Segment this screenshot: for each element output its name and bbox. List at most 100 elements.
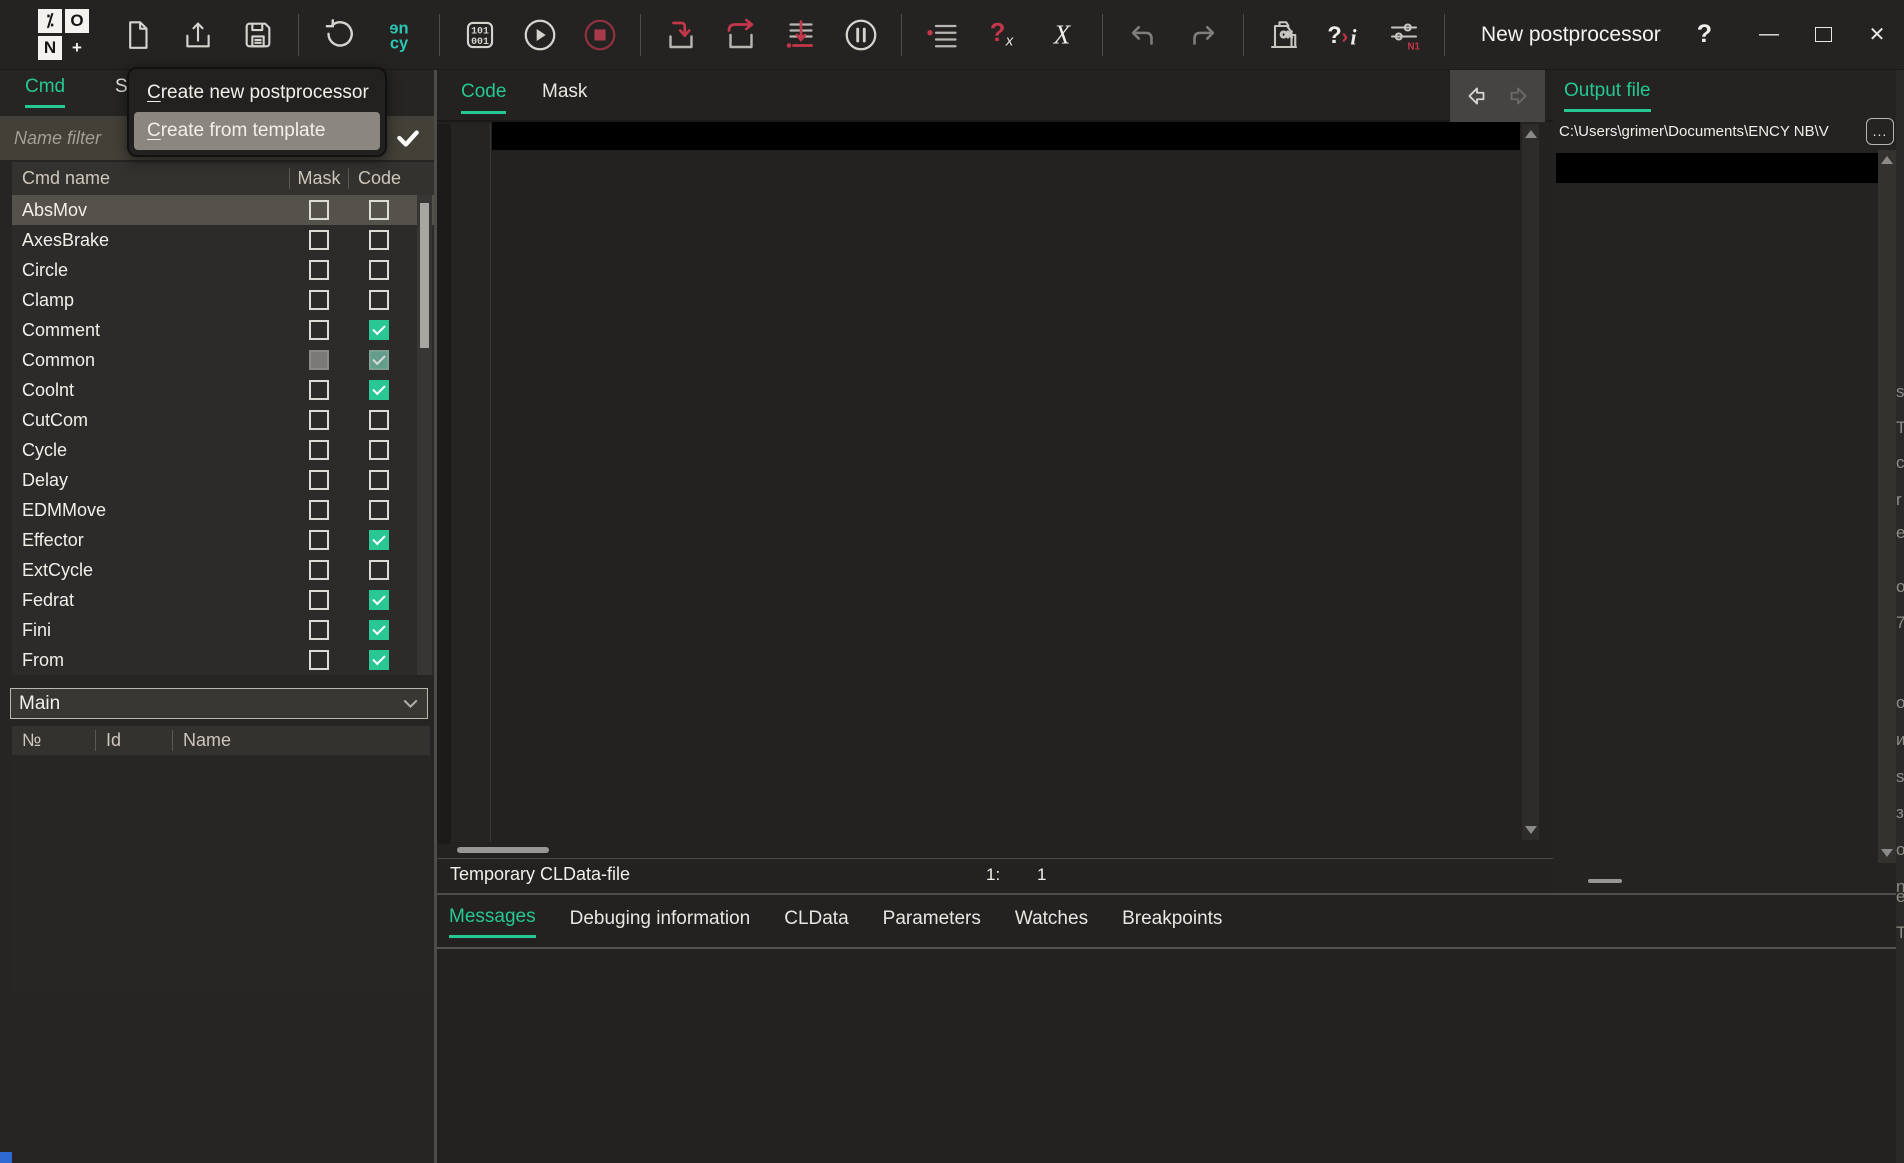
code-checkbox[interactable] xyxy=(369,380,389,400)
menu-item[interactable]: Create from template xyxy=(134,112,380,150)
undo-icon[interactable] xyxy=(1121,13,1165,57)
stop-icon[interactable] xyxy=(578,13,622,57)
settings-n1-icon[interactable]: N1 xyxy=(1382,13,1426,57)
tab-watches[interactable]: Watches xyxy=(1015,908,1088,937)
check-icon[interactable] xyxy=(388,121,428,155)
minimize-button[interactable]: — xyxy=(1742,10,1796,60)
code-checkbox[interactable] xyxy=(369,350,389,370)
code-checkbox[interactable] xyxy=(369,530,389,550)
new-file-icon[interactable] xyxy=(116,13,160,57)
code-checkbox[interactable] xyxy=(369,410,389,430)
mask-checkbox[interactable] xyxy=(309,530,329,550)
cmd-row[interactable]: Common xyxy=(12,345,434,375)
tab-code[interactable]: Code xyxy=(461,81,506,114)
tab-output-file[interactable]: Output file xyxy=(1564,80,1651,112)
back-arrow-icon[interactable] xyxy=(1464,83,1490,109)
cmd-row[interactable]: Effector xyxy=(12,525,434,555)
code-checkbox[interactable] xyxy=(369,650,389,670)
evaluate-icon[interactable]: ? x xyxy=(980,13,1024,57)
run-to-line-icon[interactable] xyxy=(779,13,823,57)
code-checkbox[interactable] xyxy=(369,290,389,310)
cmd-row[interactable]: Fini xyxy=(12,615,434,645)
tab-partial[interactable]: S xyxy=(115,76,128,105)
cmd-row[interactable]: Cycle xyxy=(12,435,434,465)
cmd-row[interactable]: Delay xyxy=(12,465,434,495)
mask-checkbox[interactable] xyxy=(309,290,329,310)
reset-icon[interactable] xyxy=(317,13,361,57)
tab-messages[interactable]: Messages xyxy=(449,906,536,938)
menu-item[interactable]: Create new postprocessor xyxy=(134,74,380,112)
tab-breakpoints[interactable]: Breakpoints xyxy=(1122,908,1222,937)
cmd-row[interactable]: From xyxy=(12,645,434,675)
step-into-icon[interactable] xyxy=(659,13,703,57)
save-file-icon[interactable] xyxy=(236,13,280,57)
mask-checkbox[interactable] xyxy=(309,200,329,220)
variables-icon[interactable]: X xyxy=(1040,13,1084,57)
cmd-row[interactable]: EDMMove xyxy=(12,495,434,525)
cmd-row[interactable]: AbsMov xyxy=(12,195,434,225)
scroll-down-icon[interactable] xyxy=(1881,849,1893,857)
output-path-value[interactable]: C:\Users\grimer\Documents\ENCY NB\V xyxy=(1559,123,1866,140)
mask-checkbox[interactable] xyxy=(309,230,329,250)
mask-checkbox[interactable] xyxy=(309,590,329,610)
group-select[interactable]: Main xyxy=(10,688,428,719)
code-checkbox[interactable] xyxy=(369,260,389,280)
run-icon[interactable] xyxy=(518,13,562,57)
step-over-icon[interactable] xyxy=(719,13,763,57)
mask-checkbox[interactable] xyxy=(309,440,329,460)
scrollbar-thumb[interactable] xyxy=(420,203,429,348)
ency-logo-icon[interactable]: ɘn cy xyxy=(377,13,421,57)
output-file-view[interactable] xyxy=(1556,150,1878,863)
tab-debuging-information[interactable]: Debuging information xyxy=(570,908,751,937)
output-hscrollbar[interactable] xyxy=(1556,871,1878,891)
mask-checkbox[interactable] xyxy=(309,260,329,280)
mask-checkbox[interactable] xyxy=(309,470,329,490)
scrollbar-thumb[interactable] xyxy=(457,847,549,853)
editor-current-line[interactable] xyxy=(492,122,1520,150)
output-vscrollbar[interactable] xyxy=(1878,150,1896,863)
cmd-table-scrollbar[interactable] xyxy=(417,195,432,675)
mask-checkbox[interactable] xyxy=(309,320,329,340)
code-checkbox[interactable] xyxy=(369,620,389,640)
output-selected-line[interactable] xyxy=(1556,153,1878,183)
code-checkbox[interactable] xyxy=(369,590,389,610)
mask-checkbox[interactable] xyxy=(309,380,329,400)
code-checkbox[interactable] xyxy=(369,320,389,340)
machine-icon[interactable]: OK xyxy=(1262,13,1306,57)
code-checkbox[interactable] xyxy=(369,440,389,460)
tab-cldata[interactable]: CLData xyxy=(784,908,848,937)
editor-breakpoint-margin[interactable] xyxy=(437,124,451,844)
mask-checkbox[interactable] xyxy=(309,650,329,670)
syntax-check-icon[interactable]: ? › i xyxy=(1322,13,1366,57)
cldata-binary-icon[interactable]: 101 001 xyxy=(458,13,502,57)
redo-icon[interactable] xyxy=(1181,13,1225,57)
tab-cmd[interactable]: Cmd xyxy=(25,76,65,108)
scroll-up-icon[interactable] xyxy=(1881,156,1893,164)
cmd-row[interactable]: Circle xyxy=(12,255,434,285)
code-checkbox[interactable] xyxy=(369,500,389,520)
code-checkbox[interactable] xyxy=(369,200,389,220)
pause-icon[interactable] xyxy=(839,13,883,57)
cmd-row[interactable]: Clamp xyxy=(12,285,434,315)
code-checkbox[interactable] xyxy=(369,230,389,250)
scroll-down-icon[interactable] xyxy=(1525,826,1537,834)
breakpoint-list-icon[interactable] xyxy=(920,13,964,57)
cmd-row[interactable]: CutCom xyxy=(12,405,434,435)
open-file-icon[interactable] xyxy=(176,13,220,57)
help-button[interactable]: ? xyxy=(1697,20,1712,49)
editor-hscrollbar[interactable] xyxy=(451,842,1522,858)
mask-checkbox[interactable] xyxy=(309,410,329,430)
forward-arrow-icon[interactable] xyxy=(1505,83,1531,109)
scrollbar-thumb[interactable] xyxy=(1588,879,1622,883)
close-button[interactable]: ✕ xyxy=(1850,10,1904,60)
browse-button[interactable]: ... xyxy=(1866,118,1894,145)
scroll-up-icon[interactable] xyxy=(1525,130,1537,138)
cmd-row[interactable]: ExtCycle xyxy=(12,555,434,585)
tab-mask[interactable]: Mask xyxy=(542,81,587,111)
cmd-row[interactable]: Coolnt xyxy=(12,375,434,405)
mask-checkbox[interactable] xyxy=(309,620,329,640)
mask-checkbox[interactable] xyxy=(309,500,329,520)
tab-parameters[interactable]: Parameters xyxy=(883,908,981,937)
mask-checkbox[interactable] xyxy=(309,350,329,370)
editor-vscrollbar[interactable] xyxy=(1522,124,1539,840)
